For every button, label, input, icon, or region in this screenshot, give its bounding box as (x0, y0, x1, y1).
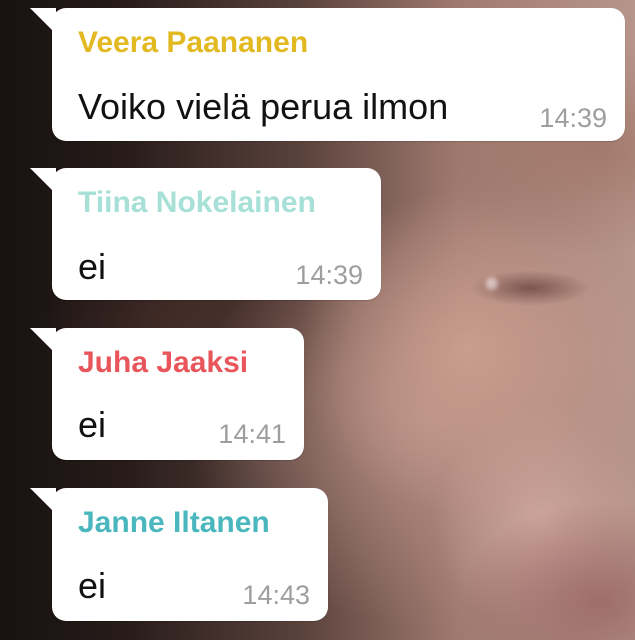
message-sender[interactable]: Tiina Nokelainen (78, 186, 316, 220)
message-timestamp: 14:41 (218, 419, 286, 449)
bubble-tail (30, 328, 56, 354)
message-sender[interactable]: Juha Jaaksi (78, 346, 248, 380)
message-sender[interactable]: Janne Iltanen (78, 506, 270, 540)
message-bubble[interactable]: Janne Iltanen ei 14:43 (30, 488, 328, 621)
message-sender[interactable]: Veera Paananen (78, 26, 308, 60)
message-bubble[interactable]: Tiina Nokelainen ei 14:39 (30, 168, 381, 300)
message-timestamp: 14:43 (242, 580, 310, 610)
message-text: ei (78, 404, 107, 445)
bubble-tail (30, 8, 56, 34)
message-timestamp: 14:39 (539, 103, 607, 133)
bubble-tail (30, 488, 56, 514)
message-text: Voiko vielä perua ilmon (78, 86, 449, 127)
message-bubble[interactable]: Veera Paananen Voiko vielä perua ilmon 1… (30, 8, 625, 141)
message-timestamp: 14:39 (295, 260, 363, 290)
message-text: ei (78, 246, 107, 287)
message-text: ei (78, 565, 107, 606)
wallpaper-highlight (486, 278, 498, 290)
message-bubble[interactable]: Juha Jaaksi ei 14:41 (30, 328, 304, 460)
bubble-tail (30, 168, 56, 194)
